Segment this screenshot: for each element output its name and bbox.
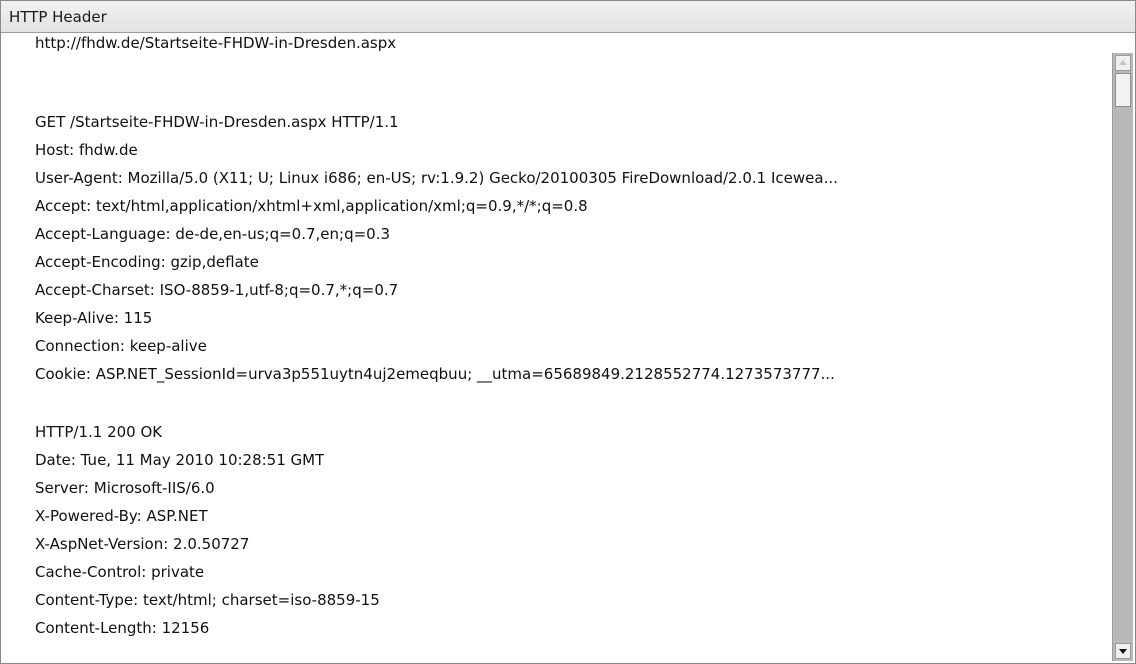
header-content-length: Content-Length: 12156: [35, 619, 210, 637]
header-x-aspnet-version: X-AspNet-Version: 2.0.50727: [35, 535, 250, 553]
header-date: Date: Tue, 11 May 2010 10:28:51 GMT: [35, 451, 325, 469]
http-header-panel: HTTP Header http://fhdw.de/Startseite-FH…: [0, 0, 1136, 664]
arrow-down-icon: [1119, 649, 1127, 654]
response-status-line: HTTP/1.1 200 OK: [35, 423, 163, 441]
request-line: GET /Startseite-FHDW-in-Dresden.aspx HTT…: [35, 113, 399, 131]
panel-header: HTTP Header: [1, 1, 1135, 33]
header-server: Server: Microsoft-IIS/6.0: [35, 479, 215, 497]
request-url-line: http://fhdw.de/Startseite-FHDW-in-Dresde…: [35, 34, 397, 52]
header-host: Host: fhdw.de: [35, 141, 138, 159]
header-user-agent: User-Agent: Mozilla/5.0 (X11; U; Linux i…: [35, 169, 838, 187]
header-accept-language: Accept-Language: de-de,en-us;q=0.7,en;q=…: [35, 225, 391, 243]
arrow-up-icon: [1119, 60, 1127, 65]
header-keep-alive: Keep-Alive: 115: [35, 309, 153, 327]
header-x-powered-by: X-Powered-By: ASP.NET: [35, 507, 208, 525]
header-cache-control: Cache-Control: private: [35, 563, 205, 581]
header-text-area[interactable]: http://fhdw.de/Startseite-FHDW-in-Dresde…: [11, 33, 1105, 663]
header-accept-charset: Accept-Charset: ISO-8859-1,utf-8;q=0.7,*…: [35, 281, 399, 299]
scroll-up-button[interactable]: [1115, 55, 1131, 71]
scroll-thumb[interactable]: [1115, 73, 1131, 107]
header-cookie: Cookie: ASP.NET_SessionId=urva3p551uytn4…: [35, 365, 835, 383]
scroll-down-button[interactable]: [1115, 643, 1131, 659]
header-content-type: Content-Type: text/html; charset=iso-885…: [35, 591, 380, 609]
panel-title: HTTP Header: [9, 8, 107, 26]
vertical-scrollbar[interactable]: [1112, 53, 1133, 661]
header-accept: Accept: text/html,application/xhtml+xml,…: [35, 197, 588, 215]
header-connection: Connection: keep-alive: [35, 337, 207, 355]
header-accept-encoding: Accept-Encoding: gzip,deflate: [35, 253, 259, 271]
